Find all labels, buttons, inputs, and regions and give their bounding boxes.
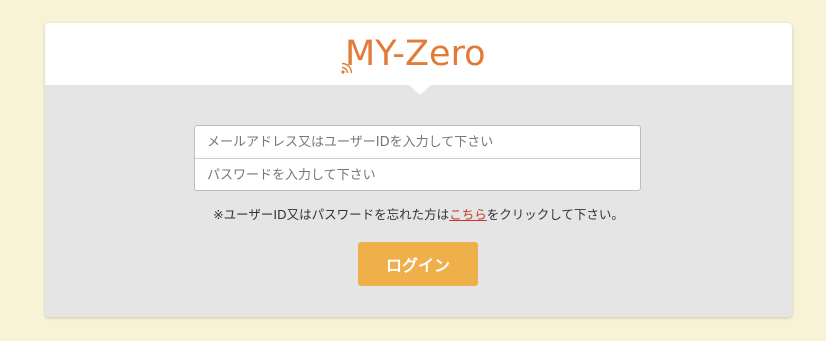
logo: MY-Zero <box>341 31 501 79</box>
login-button[interactable]: ログイン <box>358 242 478 286</box>
id-input[interactable] <box>195 126 640 158</box>
card-header: MY-Zero <box>45 23 792 95</box>
password-input[interactable] <box>195 159 640 191</box>
forgot-note-suffix: をクリックして下さい。 <box>486 207 624 222</box>
forgot-note: ※ユーザーID又はパスワードを忘れた方はこちらをクリックして下さい。 <box>45 206 792 224</box>
header-notch <box>409 85 431 95</box>
forgot-note-prefix: ※ユーザーID又はパスワードを忘れた方は <box>213 207 450 222</box>
logo-text: MY-Zero <box>345 34 486 74</box>
login-card: MY-Zero ※ユーザーID又はパスワードを忘れた方はこちらをクリックして下さ… <box>45 23 792 317</box>
login-form <box>194 125 641 191</box>
forgot-link[interactable]: こちら <box>449 207 487 222</box>
